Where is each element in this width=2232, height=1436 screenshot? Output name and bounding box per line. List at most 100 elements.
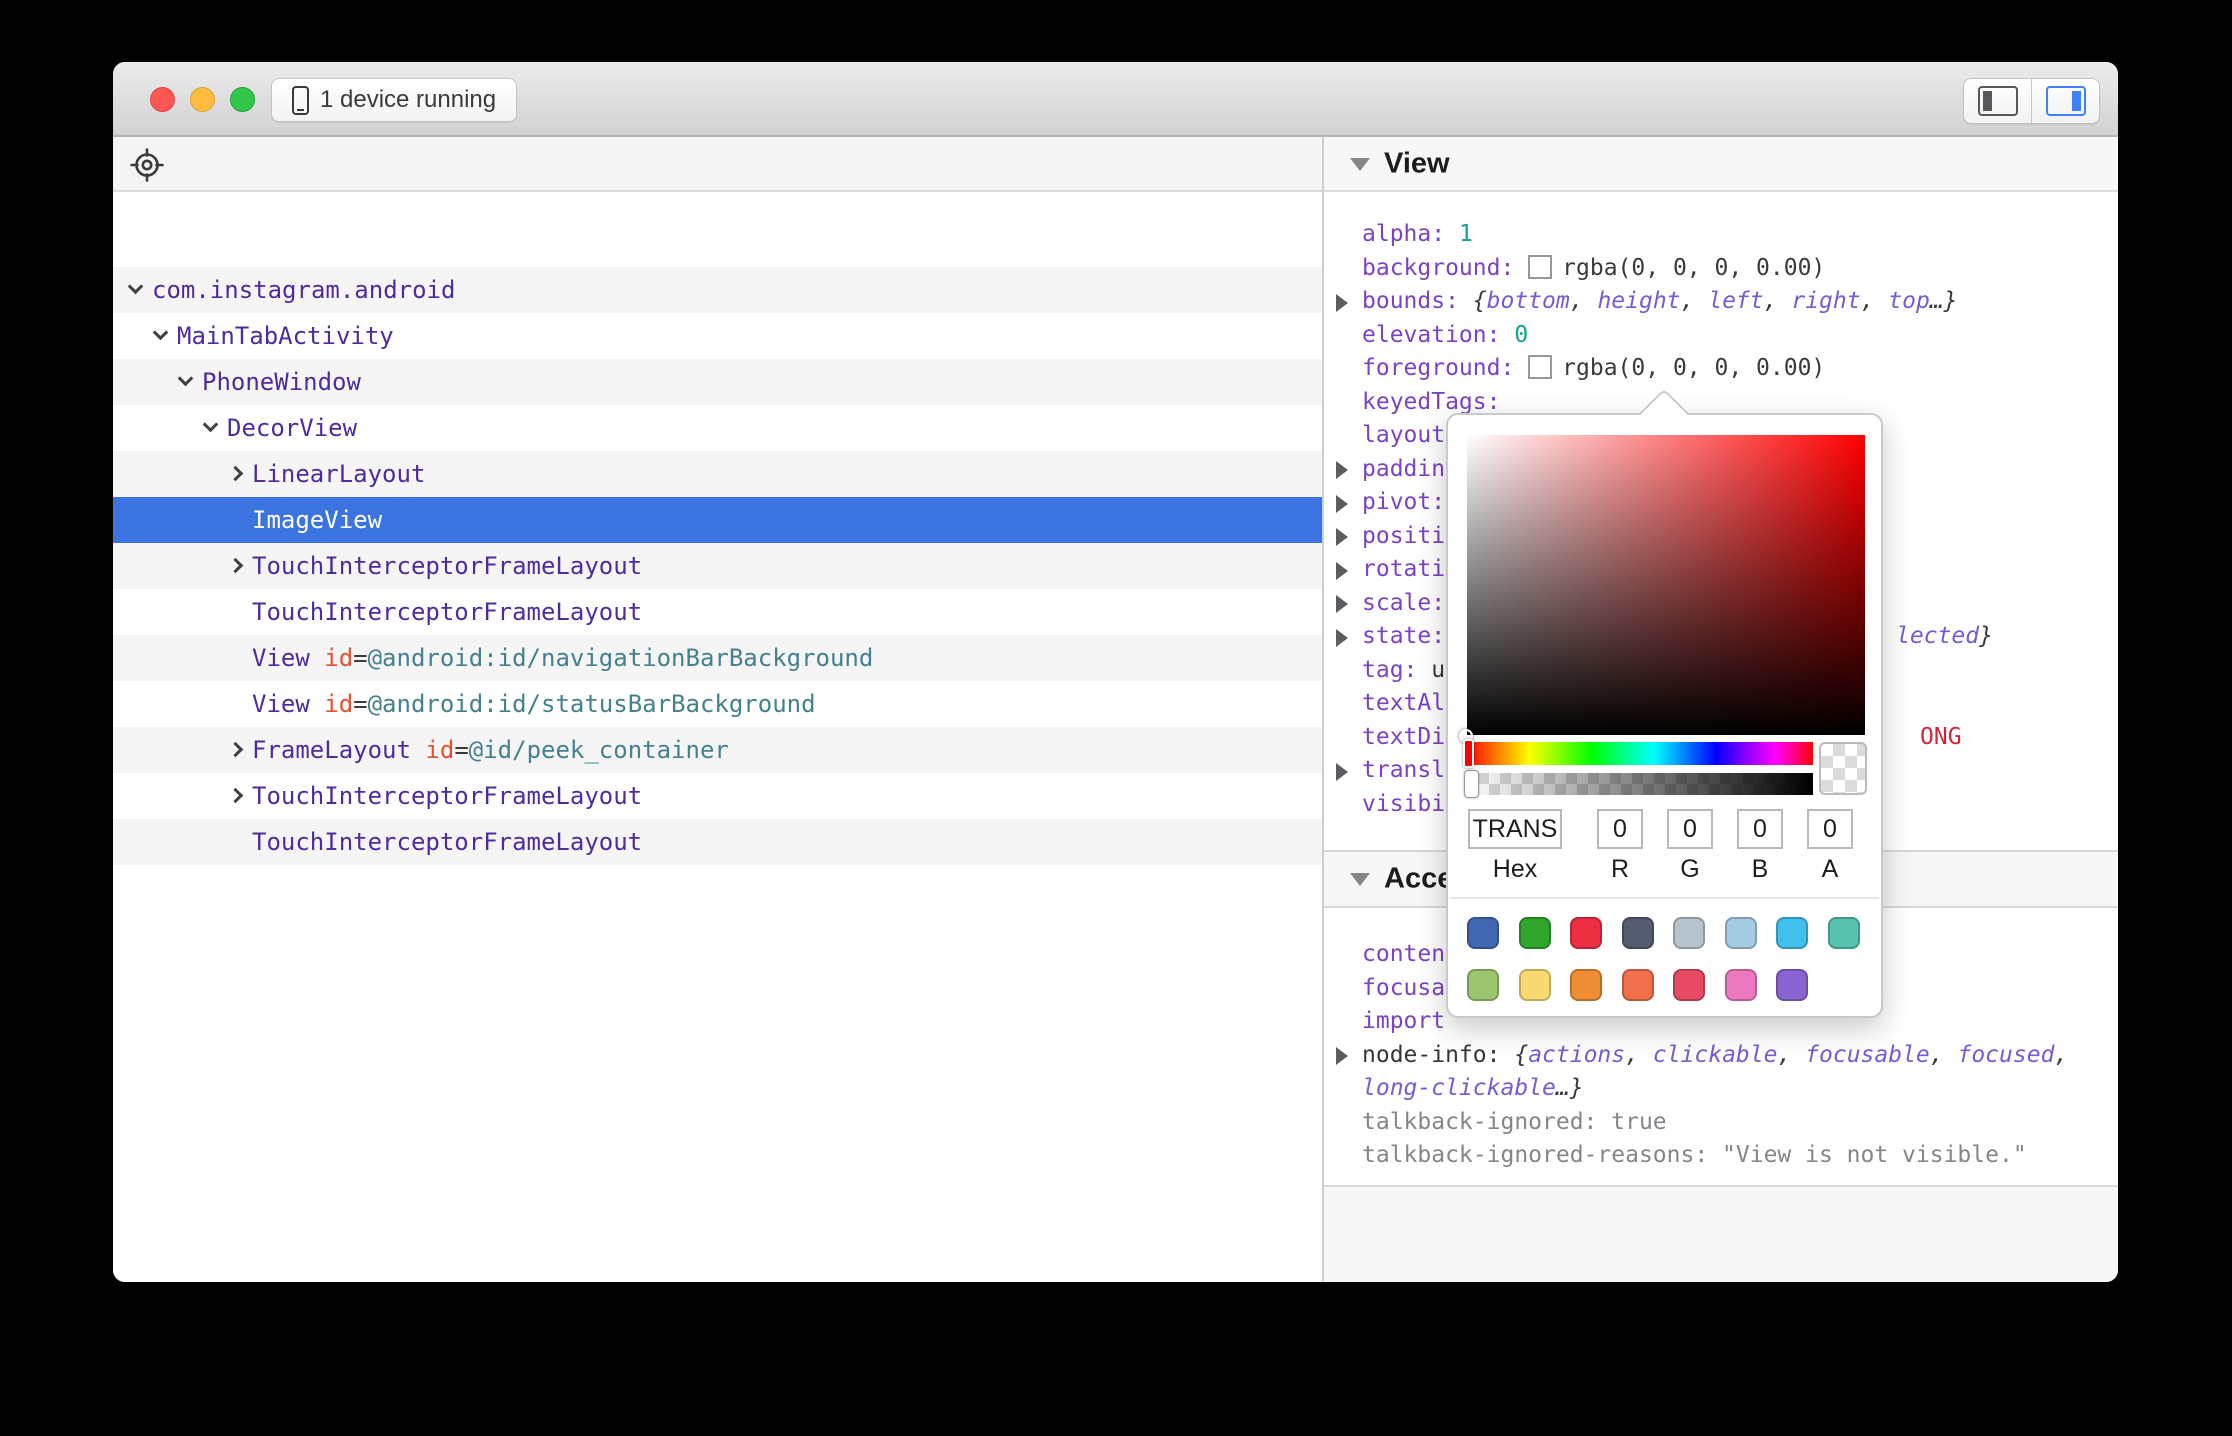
property-text: …} xyxy=(1556,1075,1584,1101)
hex-input[interactable]: TRANS xyxy=(1468,809,1562,849)
saturation-value-gradient[interactable] xyxy=(1467,435,1865,735)
property-text: node-info: xyxy=(1362,1042,1514,1068)
disclosure-triangle-icon[interactable] xyxy=(1336,461,1348,479)
property-row[interactable]: node-info: {actions, clickable, focusabl… xyxy=(1324,1039,2118,1072)
palette-color-chip[interactable] xyxy=(1519,917,1551,949)
property-row[interactable]: bounds: {bottom, height, left, right, to… xyxy=(1324,285,2118,318)
titlebar: 1 device running xyxy=(113,62,2118,137)
hue-slider-handle[interactable] xyxy=(1463,739,1474,768)
palette-color-chip[interactable] xyxy=(1622,969,1654,1001)
chevron-right-icon[interactable] xyxy=(228,558,244,574)
hue-slider[interactable] xyxy=(1467,742,1813,765)
alpha-slider[interactable] xyxy=(1467,773,1813,795)
tree-item-TouchInterceptorFrameLayout[interactable]: TouchInterceptorFrameLayout xyxy=(113,589,1322,635)
tree-item-ImageView[interactable]: ImageView xyxy=(113,497,1322,543)
tree-item-View[interactable]: View id=@android:id/statusBarBackground xyxy=(113,681,1322,727)
tree-item-label: PhoneWindow xyxy=(202,368,361,396)
property-text: conten xyxy=(1362,941,1445,967)
palette-color-chip[interactable] xyxy=(1725,969,1757,1001)
color-swatch[interactable] xyxy=(1528,355,1552,379)
close-button[interactable] xyxy=(150,87,175,112)
left-sidebar-icon xyxy=(1978,86,2018,116)
property-text: ONG xyxy=(1920,724,1962,750)
tree-item-label: TouchInterceptorFrameLayout xyxy=(252,828,642,856)
palette-color-chip[interactable] xyxy=(1622,917,1654,949)
tree-item-DecorView[interactable]: DecorView xyxy=(113,405,1322,451)
tree-item-View[interactable]: View id=@android:id/navigationBarBackgro… xyxy=(113,635,1322,681)
palette-color-chip[interactable] xyxy=(1570,969,1602,1001)
property-text: , xyxy=(1570,288,1598,314)
disclosure-triangle-icon[interactable] xyxy=(1336,294,1348,312)
property-text: top xyxy=(1888,288,1930,314)
palette-color-chip[interactable] xyxy=(1673,917,1705,949)
palette-color-chip[interactable] xyxy=(1467,969,1499,1001)
property-text: layout xyxy=(1362,422,1445,448)
property-text: 1 xyxy=(1459,221,1473,247)
palette-color-chip[interactable] xyxy=(1467,917,1499,949)
section-header-view[interactable]: View xyxy=(1324,137,2118,192)
sidebar-toggle-group xyxy=(1963,78,2100,124)
property-row: alpha: 1 xyxy=(1324,218,2118,251)
id-attribute-value: @android:id/statusBarBackground xyxy=(368,690,816,718)
chevron-right-icon[interactable] xyxy=(228,466,244,482)
tree-item-label: LinearLayout xyxy=(252,460,425,488)
minimize-button[interactable] xyxy=(190,87,215,112)
toggle-right-sidebar-button[interactable] xyxy=(2031,79,2099,123)
tree-item-LinearLayout[interactable]: LinearLayout xyxy=(113,451,1322,497)
chevron-down-icon[interactable] xyxy=(178,371,194,387)
color-picker-popover: TRANS 0 0 0 0 Hex R G B A xyxy=(1446,413,1883,1018)
property-text: long-clickable xyxy=(1362,1075,1556,1101)
tree-item-PhoneWindow[interactable]: PhoneWindow xyxy=(113,359,1322,405)
chevron-right-icon[interactable] xyxy=(228,742,244,758)
alpha-input[interactable]: 0 xyxy=(1807,809,1853,849)
alpha-slider-handle[interactable] xyxy=(1464,770,1479,798)
tree-item-TouchInterceptorFrameLayout[interactable]: TouchInterceptorFrameLayout xyxy=(113,543,1322,589)
disclosure-triangle-icon[interactable] xyxy=(1336,495,1348,513)
toggle-left-sidebar-button[interactable] xyxy=(1964,79,2031,123)
disclosure-triangle-icon[interactable] xyxy=(1336,528,1348,546)
tree-item-label: View xyxy=(252,690,310,718)
chevron-down-icon[interactable] xyxy=(203,417,219,433)
property-text: elevation: xyxy=(1362,322,1514,348)
red-input[interactable]: 0 xyxy=(1597,809,1643,849)
palette-color-chip[interactable] xyxy=(1673,969,1705,1001)
palette-color-chip[interactable] xyxy=(1776,969,1808,1001)
tree-item-com.instagram.android[interactable]: com.instagram.android xyxy=(113,267,1322,313)
disclosure-triangle-icon[interactable] xyxy=(1336,1047,1348,1065)
disclosure-triangle-icon[interactable] xyxy=(1336,629,1348,647)
disclosure-triangle-icon[interactable] xyxy=(1336,595,1348,613)
tree-item-TouchInterceptorFrameLayout[interactable]: TouchInterceptorFrameLayout xyxy=(113,819,1322,865)
palette-color-chip[interactable] xyxy=(1519,969,1551,1001)
b-label: B xyxy=(1737,855,1783,884)
tree-item-label: com.instagram.android xyxy=(152,276,455,304)
tree-item-TouchInterceptorFrameLayout[interactable]: TouchInterceptorFrameLayout xyxy=(113,773,1322,819)
device-status-button[interactable]: 1 device running xyxy=(271,78,517,122)
property-row: background: rgba(0, 0, 0, 0.00) xyxy=(1324,252,2118,285)
green-input[interactable]: 0 xyxy=(1667,809,1713,849)
palette-color-chip[interactable] xyxy=(1725,917,1757,949)
disclosure-triangle-icon[interactable] xyxy=(1336,763,1348,781)
tree-item-MainTabActivity[interactable]: MainTabActivity xyxy=(113,313,1322,359)
property-text: paddin xyxy=(1362,456,1445,482)
chevron-down-icon[interactable] xyxy=(128,279,144,295)
palette-color-chip[interactable] xyxy=(1776,917,1808,949)
disclosure-triangle-icon[interactable] xyxy=(1336,562,1348,580)
color-swatch[interactable] xyxy=(1528,255,1552,279)
palette-color-chip[interactable] xyxy=(1828,917,1860,949)
chevron-right-icon[interactable] xyxy=(228,788,244,804)
target-crosshair-icon[interactable] xyxy=(129,147,165,183)
palette-color-chip[interactable] xyxy=(1570,917,1602,949)
property-row: talkback-ignored-reasons: "View is not v… xyxy=(1324,1139,2118,1172)
app-window: 1 device running xyxy=(113,62,2118,1282)
blue-input[interactable]: 0 xyxy=(1737,809,1783,849)
zoom-button[interactable] xyxy=(230,87,255,112)
chevron-down-icon[interactable] xyxy=(153,325,169,341)
id-attribute-key: id xyxy=(324,644,353,672)
tree-item-FrameLayout[interactable]: FrameLayout id=@id/peek_container xyxy=(113,727,1322,773)
tree-item-label: FrameLayout xyxy=(252,736,411,764)
property-text: actions xyxy=(1528,1042,1625,1068)
property-text: focusable xyxy=(1805,1042,1930,1068)
property-text: scale: xyxy=(1362,590,1445,616)
property-text: { xyxy=(1514,1042,1528,1068)
id-attribute-value: @id/peek_container xyxy=(469,736,729,764)
